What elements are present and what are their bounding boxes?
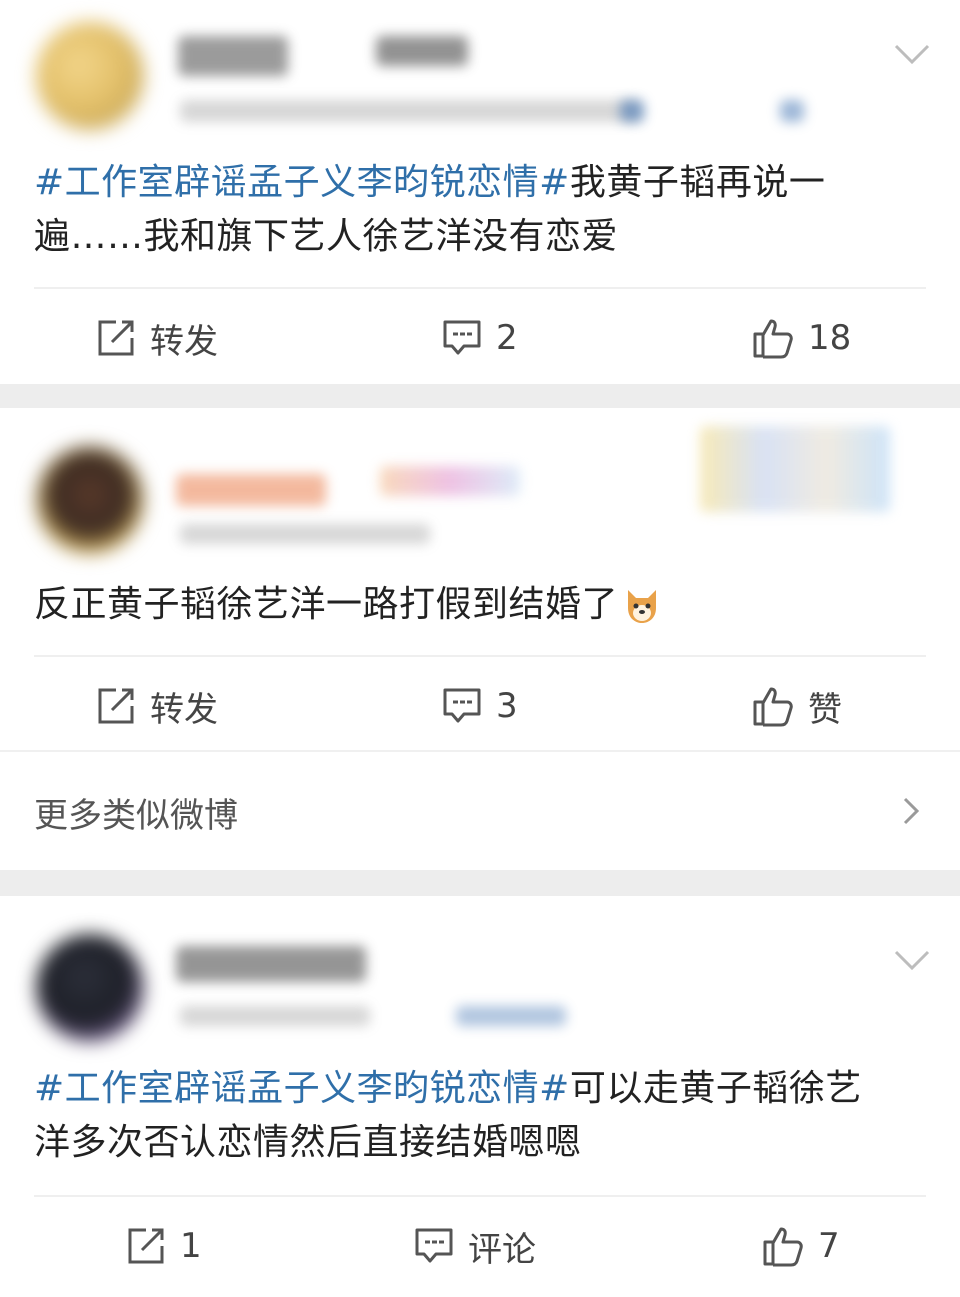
more-similar-row[interactable]: 更多类似微博 [0, 750, 960, 872]
card-banner-blurred [700, 426, 890, 512]
repost-button[interactable]: 1 [126, 1198, 202, 1294]
topic-link[interactable]: #工作室辟谣孟子义李昀锐恋情# [34, 162, 570, 203]
post-text: #工作室辟谣孟子义李昀锐恋情#可以走黄子韬徐艺洋多次否认恋情然后直接结婚嗯嗯 [34, 1068, 862, 1163]
post-card[interactable]: 反正黄子韬徐艺洋一路打假到结婚了 转发 3 赞 更多类似微博 [0, 408, 960, 870]
chevron-down-icon[interactable] [892, 946, 932, 976]
username-blurred[interactable] [178, 36, 288, 76]
chevron-right-icon [903, 797, 920, 825]
divider [34, 655, 926, 657]
repost-button[interactable]: 转发 [96, 658, 218, 754]
repost-button[interactable]: 转发 [96, 290, 218, 386]
comment-button[interactable]: 2 [442, 290, 518, 386]
action-bar: 转发 3 赞 [0, 658, 960, 754]
comment-button[interactable]: 评论 [414, 1198, 536, 1294]
avatar[interactable] [36, 446, 144, 554]
divider [34, 287, 926, 289]
post-card[interactable]: #工作室辟谣孟子义李昀锐恋情#我黄子韬再说一遍……我和旗下艺人徐艺洋没有恋爱 转… [0, 0, 960, 384]
user-badge-blurred [380, 466, 520, 496]
action-bar: 转发 2 18 [0, 290, 960, 386]
comment-icon [443, 688, 481, 723]
repost-icon [98, 688, 134, 724]
chevron-down-icon[interactable] [892, 40, 932, 70]
topic-link[interactable]: #工作室辟谣孟子义李昀锐恋情# [34, 1068, 570, 1109]
username-blurred[interactable] [176, 946, 366, 982]
verified-badge-blurred [620, 100, 644, 122]
post-text: 反正黄子韬徐艺洋一路打假到结婚了 [34, 578, 890, 632]
like-button[interactable]: 18 [752, 290, 851, 386]
like-button[interactable]: 赞 [752, 658, 842, 754]
username-blurred [376, 36, 468, 66]
like-icon [763, 1227, 803, 1267]
repost-icon [98, 320, 134, 356]
comment-button[interactable]: 3 [442, 658, 518, 754]
like-icon [753, 687, 793, 727]
username-blurred[interactable] [176, 474, 326, 506]
like-button[interactable]: 7 [762, 1198, 840, 1294]
post-meta-blurred [180, 1006, 370, 1026]
comment-icon [415, 1228, 453, 1263]
verified-badge-blurred [456, 1006, 566, 1026]
post-meta-blurred [180, 100, 640, 122]
like-icon [753, 319, 793, 359]
divider [34, 1195, 926, 1197]
verified-badge-blurred [780, 100, 804, 122]
avatar[interactable] [36, 934, 144, 1042]
post-text: #工作室辟谣孟子义李昀锐恋情#我黄子韬再说一遍……我和旗下艺人徐艺洋没有恋爱 [34, 162, 826, 257]
post-meta-blurred [180, 524, 430, 544]
more-similar-label: 更多类似微博 [34, 796, 238, 836]
post-card[interactable]: #工作室辟谣孟子义李昀锐恋情#可以走黄子韬徐艺洋多次否认恋情然后直接结婚嗯嗯 1… [0, 896, 960, 1297]
repost-icon [128, 1228, 164, 1264]
avatar[interactable] [36, 22, 144, 130]
dog-face-emoji [622, 586, 662, 626]
action-bar: 1 评论 7 [0, 1198, 960, 1294]
comment-icon [443, 320, 481, 355]
